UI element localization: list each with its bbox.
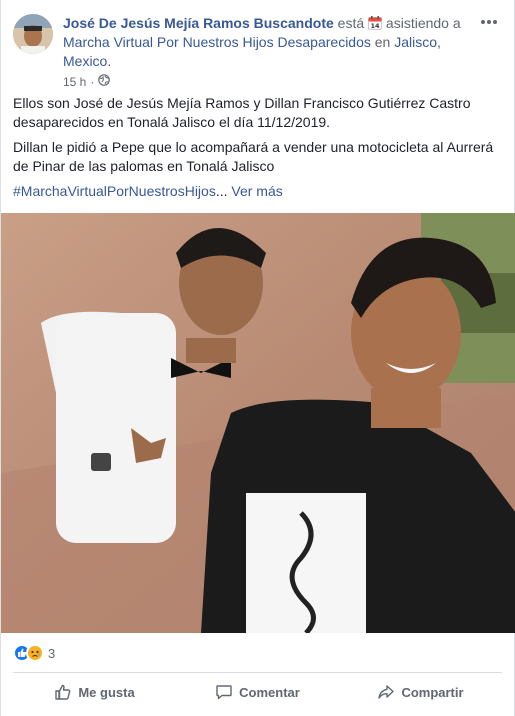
post-paragraph: Dillan le pidió a Pepe que lo acompañará…: [13, 139, 494, 174]
post-time[interactable]: 15 h: [63, 75, 86, 89]
calendar-icon: 14: [368, 16, 383, 30]
verb-after: asistiendo a: [385, 15, 461, 31]
post-meta: 15 h ·: [63, 74, 111, 89]
reaction-count: 3: [48, 645, 56, 661]
thumbs-up-icon: [55, 684, 71, 700]
in-word: en: [374, 34, 391, 50]
see-more-link[interactable]: Ver más: [231, 183, 282, 199]
sad-icon: [26, 644, 44, 662]
share-icon: [378, 685, 395, 699]
event-link[interactable]: Marcha Virtual Por Nuestros Hijos Desapa…: [63, 34, 371, 50]
share-button[interactable]: Compartir: [339, 676, 502, 708]
post-heading: José De Jesús Mejía Ramos Buscandote est…: [63, 14, 463, 71]
ellipsis: ...: [215, 183, 228, 199]
comment-icon: [216, 685, 232, 700]
like-label: Me gusta: [78, 684, 135, 700]
meta-dot: ·: [90, 74, 95, 89]
like-button[interactable]: Me gusta: [13, 676, 176, 708]
comment-label: Comentar: [239, 684, 300, 700]
comment-button[interactable]: Comentar: [176, 676, 339, 708]
reactions-bar[interactable]: 3: [13, 642, 55, 664]
action-bar: Me gusta Comentar Compartir: [13, 676, 502, 708]
globe-icon: [98, 74, 111, 89]
post-tail: #MarchaVirtualPorNuestrosHijos... Ver má…: [13, 182, 503, 201]
share-label: Compartir: [401, 684, 464, 700]
post-paragraph: Ellos son José de Jesús Mejía Ramos y Di…: [13, 95, 471, 130]
calendar-day: 14: [371, 22, 381, 30]
verb-before: está: [337, 15, 365, 31]
more-options-icon[interactable]: [477, 12, 501, 32]
post-body: Ellos son José de Jesús Mejía Ramos y Di…: [13, 94, 503, 207]
hashtag-link[interactable]: #MarchaVirtualPorNuestrosHijos: [13, 183, 216, 199]
divider: [13, 672, 502, 673]
feed-post: José De Jesús Mejía Ramos Buscandote est…: [0, 0, 515, 716]
author-name[interactable]: José De Jesús Mejía Ramos Buscandote: [63, 15, 334, 31]
post-photo[interactable]: [1, 213, 515, 633]
post-header: José De Jesús Mejía Ramos Buscandote est…: [13, 12, 503, 92]
avatar[interactable]: [13, 14, 53, 54]
